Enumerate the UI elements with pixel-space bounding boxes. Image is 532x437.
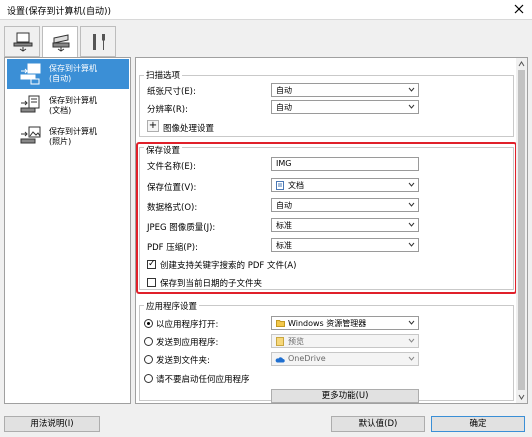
tab-scan-from-operation-panel[interactable] (42, 26, 78, 58)
open-with-radio[interactable] (144, 319, 153, 328)
sidebar-item-label: 保存到计算机 (49, 127, 97, 136)
save-to-computer-auto-icon (20, 63, 41, 85)
paper-size-label: 纸张尺寸(E): (147, 87, 196, 97)
send-to-folder-select[interactable]: OneDrive (271, 352, 419, 366)
highlight-box (136, 142, 517, 294)
tab-general-settings[interactable] (80, 26, 116, 57)
chevron-down-icon (408, 338, 415, 343)
chevron-down-icon (408, 356, 415, 361)
sidebar-item-sublabel: (自动) (49, 74, 72, 83)
chevron-down-icon (408, 87, 415, 92)
instructions-button[interactable]: 用法说明(I) (4, 416, 100, 432)
open-with-select[interactable]: Windows 资源管理器 (271, 316, 419, 330)
send-to-folder-radio[interactable] (144, 355, 153, 364)
do-not-start-label: 请不要启动任何应用程序 (156, 375, 250, 385)
file-explorer-icon (276, 320, 285, 327)
close-icon[interactable] (512, 2, 526, 16)
defaults-button[interactable]: 默认值(D) (331, 416, 425, 432)
preview-app-icon (276, 337, 284, 346)
chevron-down-icon (408, 320, 415, 325)
more-functions-button[interactable]: 更多功能(U) (271, 389, 419, 403)
sidebar-item-label: 保存到计算机 (49, 96, 97, 105)
paper-size-select[interactable]: 自动 (271, 83, 419, 97)
scan-from-operation-panel-icon (52, 34, 70, 52)
scroll-up-icon[interactable] (518, 61, 525, 67)
sidebar-item-save-to-computer-photo[interactable]: 保存到计算机 (照片) (7, 122, 129, 152)
do-not-start-radio[interactable] (144, 374, 153, 383)
sidebar-item-label: 保存到计算机 (49, 64, 97, 73)
scan-from-computer-icon (13, 32, 33, 52)
scrollbar-thumb[interactable] (518, 70, 525, 390)
open-with-label: 以应用程序打开: (156, 320, 219, 330)
scan-options-title: 扫描选项 (144, 69, 183, 81)
chevron-down-icon (408, 104, 415, 109)
title-bar: 设置(保存到计算机(自动)) (0, 0, 532, 20)
plus-icon: + (148, 120, 158, 131)
general-settings-tools-icon (93, 34, 105, 50)
settings-panel: 扫描选项 纸张尺寸(E): 自动 分辨率(R): 自动 + 图像处理设置 保存设… (135, 57, 528, 404)
send-to-app-select[interactable]: 预览 (271, 334, 419, 348)
sidebar-item-sublabel: (文档) (49, 106, 72, 115)
save-to-computer-document-icon (20, 95, 40, 113)
expand-image-processing-button[interactable]: + (147, 120, 159, 132)
ok-button[interactable]: 确定 (431, 416, 525, 432)
send-to-app-label: 发送到应用程序: (156, 338, 219, 348)
sidebar-item-sublabel: (照片) (49, 137, 72, 146)
send-to-app-radio[interactable] (144, 337, 153, 346)
tab-scan-from-computer[interactable] (4, 26, 40, 57)
resolution-select[interactable]: 自动 (271, 100, 419, 114)
app-settings-title: 应用程序设置 (144, 300, 200, 312)
resolution-label: 分辨率(R): (147, 105, 188, 115)
onedrive-cloud-icon (275, 357, 285, 363)
sidebar-item-save-to-computer-auto[interactable]: 保存到计算机 (自动) (7, 59, 129, 89)
save-to-computer-photo-icon (20, 126, 41, 144)
sidebar-item-save-to-computer-document[interactable]: 保存到计算机 (文档) (7, 91, 129, 121)
window-title: 设置(保存到计算机(自动)) (7, 7, 112, 17)
scroll-down-icon[interactable] (518, 394, 525, 400)
image-processing-label: 图像处理设置 (163, 124, 215, 134)
sidebar: 保存到计算机 (自动) 保存到计算机 (文档) 保存到计算机 (照片) (4, 57, 131, 404)
send-to-folder-label: 发送到文件夹: (156, 356, 210, 366)
